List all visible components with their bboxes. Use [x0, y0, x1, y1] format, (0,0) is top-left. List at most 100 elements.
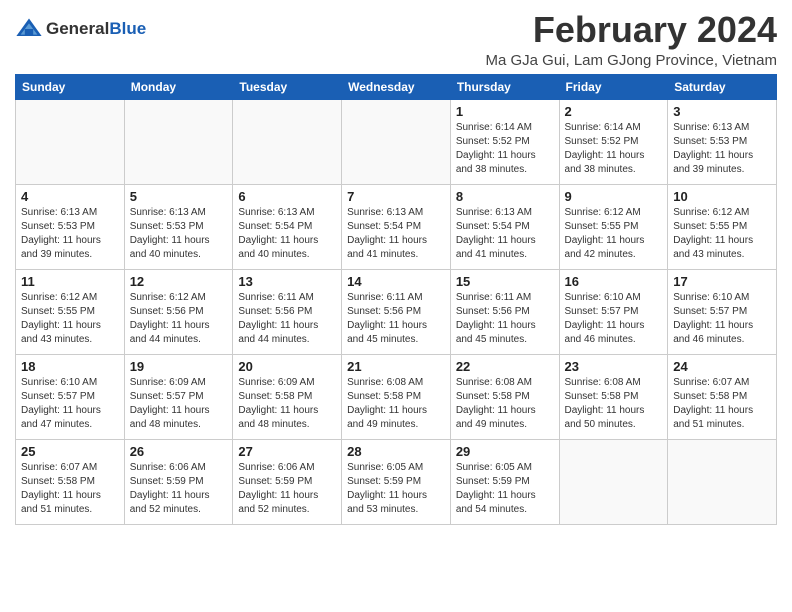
day-info: Sunrise: 6:13 AMSunset: 5:53 PMDaylight:… [673, 121, 771, 177]
day-info: Sunrise: 6:10 AMSunset: 5:57 PMDaylight:… [21, 376, 119, 432]
day-info: Sunrise: 6:06 AMSunset: 5:59 PMDaylight:… [130, 461, 228, 517]
logo: GeneralBlue [15, 15, 146, 43]
day-info: Sunrise: 6:10 AMSunset: 5:57 PMDaylight:… [565, 291, 663, 347]
weekday-header-cell: Monday [124, 74, 233, 99]
day-number: 24 [673, 359, 771, 374]
logo-icon [15, 15, 43, 43]
day-info: Sunrise: 6:13 AMSunset: 5:54 PMDaylight:… [347, 206, 445, 262]
day-number: 10 [673, 189, 771, 204]
page-header: GeneralBlue February 2024 Ma GJa Gui, La… [15, 10, 777, 69]
calendar-week-row: 11 Sunrise: 6:12 AMSunset: 5:55 PMDayligh… [16, 269, 777, 354]
weekday-header-cell: Tuesday [233, 74, 342, 99]
day-number: 1 [456, 104, 554, 119]
calendar-week-row: 4 Sunrise: 6:13 AMSunset: 5:53 PMDaylight… [16, 184, 777, 269]
day-number: 29 [456, 444, 554, 459]
calendar-cell: 18 Sunrise: 6:10 AMSunset: 5:57 PMDayligh… [16, 354, 125, 439]
day-info: Sunrise: 6:10 AMSunset: 5:57 PMDaylight:… [673, 291, 771, 347]
calendar-cell [559, 439, 668, 524]
calendar-cell: 4 Sunrise: 6:13 AMSunset: 5:53 PMDaylight… [16, 184, 125, 269]
calendar-cell: 29 Sunrise: 6:05 AMSunset: 5:59 PMDayligh… [450, 439, 559, 524]
calendar-week-row: 1 Sunrise: 6:14 AMSunset: 5:52 PMDaylight… [16, 99, 777, 184]
day-info: Sunrise: 6:08 AMSunset: 5:58 PMDaylight:… [347, 376, 445, 432]
weekday-header-cell: Thursday [450, 74, 559, 99]
day-number: 26 [130, 444, 228, 459]
day-number: 8 [456, 189, 554, 204]
day-info: Sunrise: 6:12 AMSunset: 5:55 PMDaylight:… [673, 206, 771, 262]
calendar-cell: 16 Sunrise: 6:10 AMSunset: 5:57 PMDayligh… [559, 269, 668, 354]
calendar-cell: 12 Sunrise: 6:12 AMSunset: 5:56 PMDayligh… [124, 269, 233, 354]
day-number: 11 [21, 274, 119, 289]
day-info: Sunrise: 6:13 AMSunset: 5:53 PMDaylight:… [21, 206, 119, 262]
day-info: Sunrise: 6:14 AMSunset: 5:52 PMDaylight:… [456, 121, 554, 177]
day-number: 12 [130, 274, 228, 289]
day-number: 25 [21, 444, 119, 459]
calendar-cell [668, 439, 777, 524]
calendar-cell: 15Sunrise: 6:11 AMSunset: 5:56 PMDayligh… [450, 269, 559, 354]
day-info: Sunrise: 6:11 AMSunset: 5:56 PMDaylight:… [456, 291, 554, 347]
day-info: Sunrise: 6:07 AMSunset: 5:58 PMDaylight:… [673, 376, 771, 432]
day-number: 2 [565, 104, 663, 119]
calendar-cell: 23 Sunrise: 6:08 AMSunset: 5:58 PMDayligh… [559, 354, 668, 439]
calendar-cell: 3 Sunrise: 6:13 AMSunset: 5:53 PMDaylight… [668, 99, 777, 184]
calendar-cell: 25Sunrise: 6:07 AMSunset: 5:58 PMDayligh… [16, 439, 125, 524]
day-number: 6 [238, 189, 336, 204]
calendar-cell: 19 Sunrise: 6:09 AMSunset: 5:57 PMDayligh… [124, 354, 233, 439]
calendar-week-row: 25Sunrise: 6:07 AMSunset: 5:58 PMDayligh… [16, 439, 777, 524]
calendar-cell: 10 Sunrise: 6:12 AMSunset: 5:55 PMDayligh… [668, 184, 777, 269]
month-year-title: February 2024 [485, 10, 777, 50]
day-number: 16 [565, 274, 663, 289]
calendar-cell: 26 Sunrise: 6:06 AMSunset: 5:59 PMDayligh… [124, 439, 233, 524]
calendar-cell: 24 Sunrise: 6:07 AMSunset: 5:58 PMDayligh… [668, 354, 777, 439]
day-info: Sunrise: 6:05 AMSunset: 5:59 PMDaylight:… [456, 461, 554, 517]
calendar-table: SundayMondayTuesdayWednesdayThursdayFrid… [15, 74, 777, 525]
day-number: 7 [347, 189, 445, 204]
day-number: 22 [456, 359, 554, 374]
calendar-cell: 28 Sunrise: 6:05 AMSunset: 5:59 PMDayligh… [342, 439, 451, 524]
location-subtitle: Ma GJa Gui, Lam GJong Province, Vietnam [485, 52, 777, 69]
day-info: Sunrise: 6:13 AMSunset: 5:53 PMDaylight:… [130, 206, 228, 262]
day-info: Sunrise: 6:12 AMSunset: 5:55 PMDaylight:… [21, 291, 119, 347]
day-number: 18 [21, 359, 119, 374]
calendar-cell: 2 Sunrise: 6:14 AMSunset: 5:52 PMDaylight… [559, 99, 668, 184]
day-info: Sunrise: 6:13 AMSunset: 5:54 PMDaylight:… [456, 206, 554, 262]
calendar-cell: 27Sunrise: 6:06 AMSunset: 5:59 PMDayligh… [233, 439, 342, 524]
weekday-header-cell: Sunday [16, 74, 125, 99]
day-info: Sunrise: 6:09 AMSunset: 5:57 PMDaylight:… [130, 376, 228, 432]
day-info: Sunrise: 6:12 AMSunset: 5:56 PMDaylight:… [130, 291, 228, 347]
day-info: Sunrise: 6:05 AMSunset: 5:59 PMDaylight:… [347, 461, 445, 517]
title-area: February 2024 Ma GJa Gui, Lam GJong Prov… [485, 10, 777, 69]
day-info: Sunrise: 6:11 AMSunset: 5:56 PMDaylight:… [238, 291, 336, 347]
day-number: 23 [565, 359, 663, 374]
weekday-header-row: SundayMondayTuesdayWednesdayThursdayFrid… [16, 74, 777, 99]
day-number: 19 [130, 359, 228, 374]
day-info: Sunrise: 6:12 AMSunset: 5:55 PMDaylight:… [565, 206, 663, 262]
day-info: Sunrise: 6:14 AMSunset: 5:52 PMDaylight:… [565, 121, 663, 177]
day-number: 28 [347, 444, 445, 459]
calendar-cell: 9Sunrise: 6:12 AMSunset: 5:55 PMDaylight… [559, 184, 668, 269]
calendar-cell: 1 Sunrise: 6:14 AMSunset: 5:52 PMDaylight… [450, 99, 559, 184]
logo-general: GeneralBlue [46, 20, 146, 39]
day-number: 3 [673, 104, 771, 119]
calendar-cell: 11 Sunrise: 6:12 AMSunset: 5:55 PMDayligh… [16, 269, 125, 354]
calendar-cell: 6Sunrise: 6:13 AMSunset: 5:54 PMDaylight… [233, 184, 342, 269]
day-info: Sunrise: 6:11 AMSunset: 5:56 PMDaylight:… [347, 291, 445, 347]
weekday-header-cell: Friday [559, 74, 668, 99]
calendar-cell: 7 Sunrise: 6:13 AMSunset: 5:54 PMDaylight… [342, 184, 451, 269]
day-info: Sunrise: 6:08 AMSunset: 5:58 PMDaylight:… [456, 376, 554, 432]
calendar-cell [16, 99, 125, 184]
day-info: Sunrise: 6:08 AMSunset: 5:58 PMDaylight:… [565, 376, 663, 432]
weekday-header-cell: Wednesday [342, 74, 451, 99]
calendar-cell [124, 99, 233, 184]
day-number: 4 [21, 189, 119, 204]
day-number: 27 [238, 444, 336, 459]
calendar-week-row: 18 Sunrise: 6:10 AMSunset: 5:57 PMDayligh… [16, 354, 777, 439]
day-number: 14 [347, 274, 445, 289]
logo-text: GeneralBlue [46, 20, 146, 39]
calendar-cell: 8 Sunrise: 6:13 AMSunset: 5:54 PMDaylight… [450, 184, 559, 269]
calendar-body: 1 Sunrise: 6:14 AMSunset: 5:52 PMDaylight… [16, 99, 777, 524]
calendar-cell: 17Sunrise: 6:10 AMSunset: 5:57 PMDayligh… [668, 269, 777, 354]
calendar-cell: 13Sunrise: 6:11 AMSunset: 5:56 PMDayligh… [233, 269, 342, 354]
calendar-cell: 22 Sunrise: 6:08 AMSunset: 5:58 PMDayligh… [450, 354, 559, 439]
calendar-cell: 14 Sunrise: 6:11 AMSunset: 5:56 PMDayligh… [342, 269, 451, 354]
calendar-cell [342, 99, 451, 184]
